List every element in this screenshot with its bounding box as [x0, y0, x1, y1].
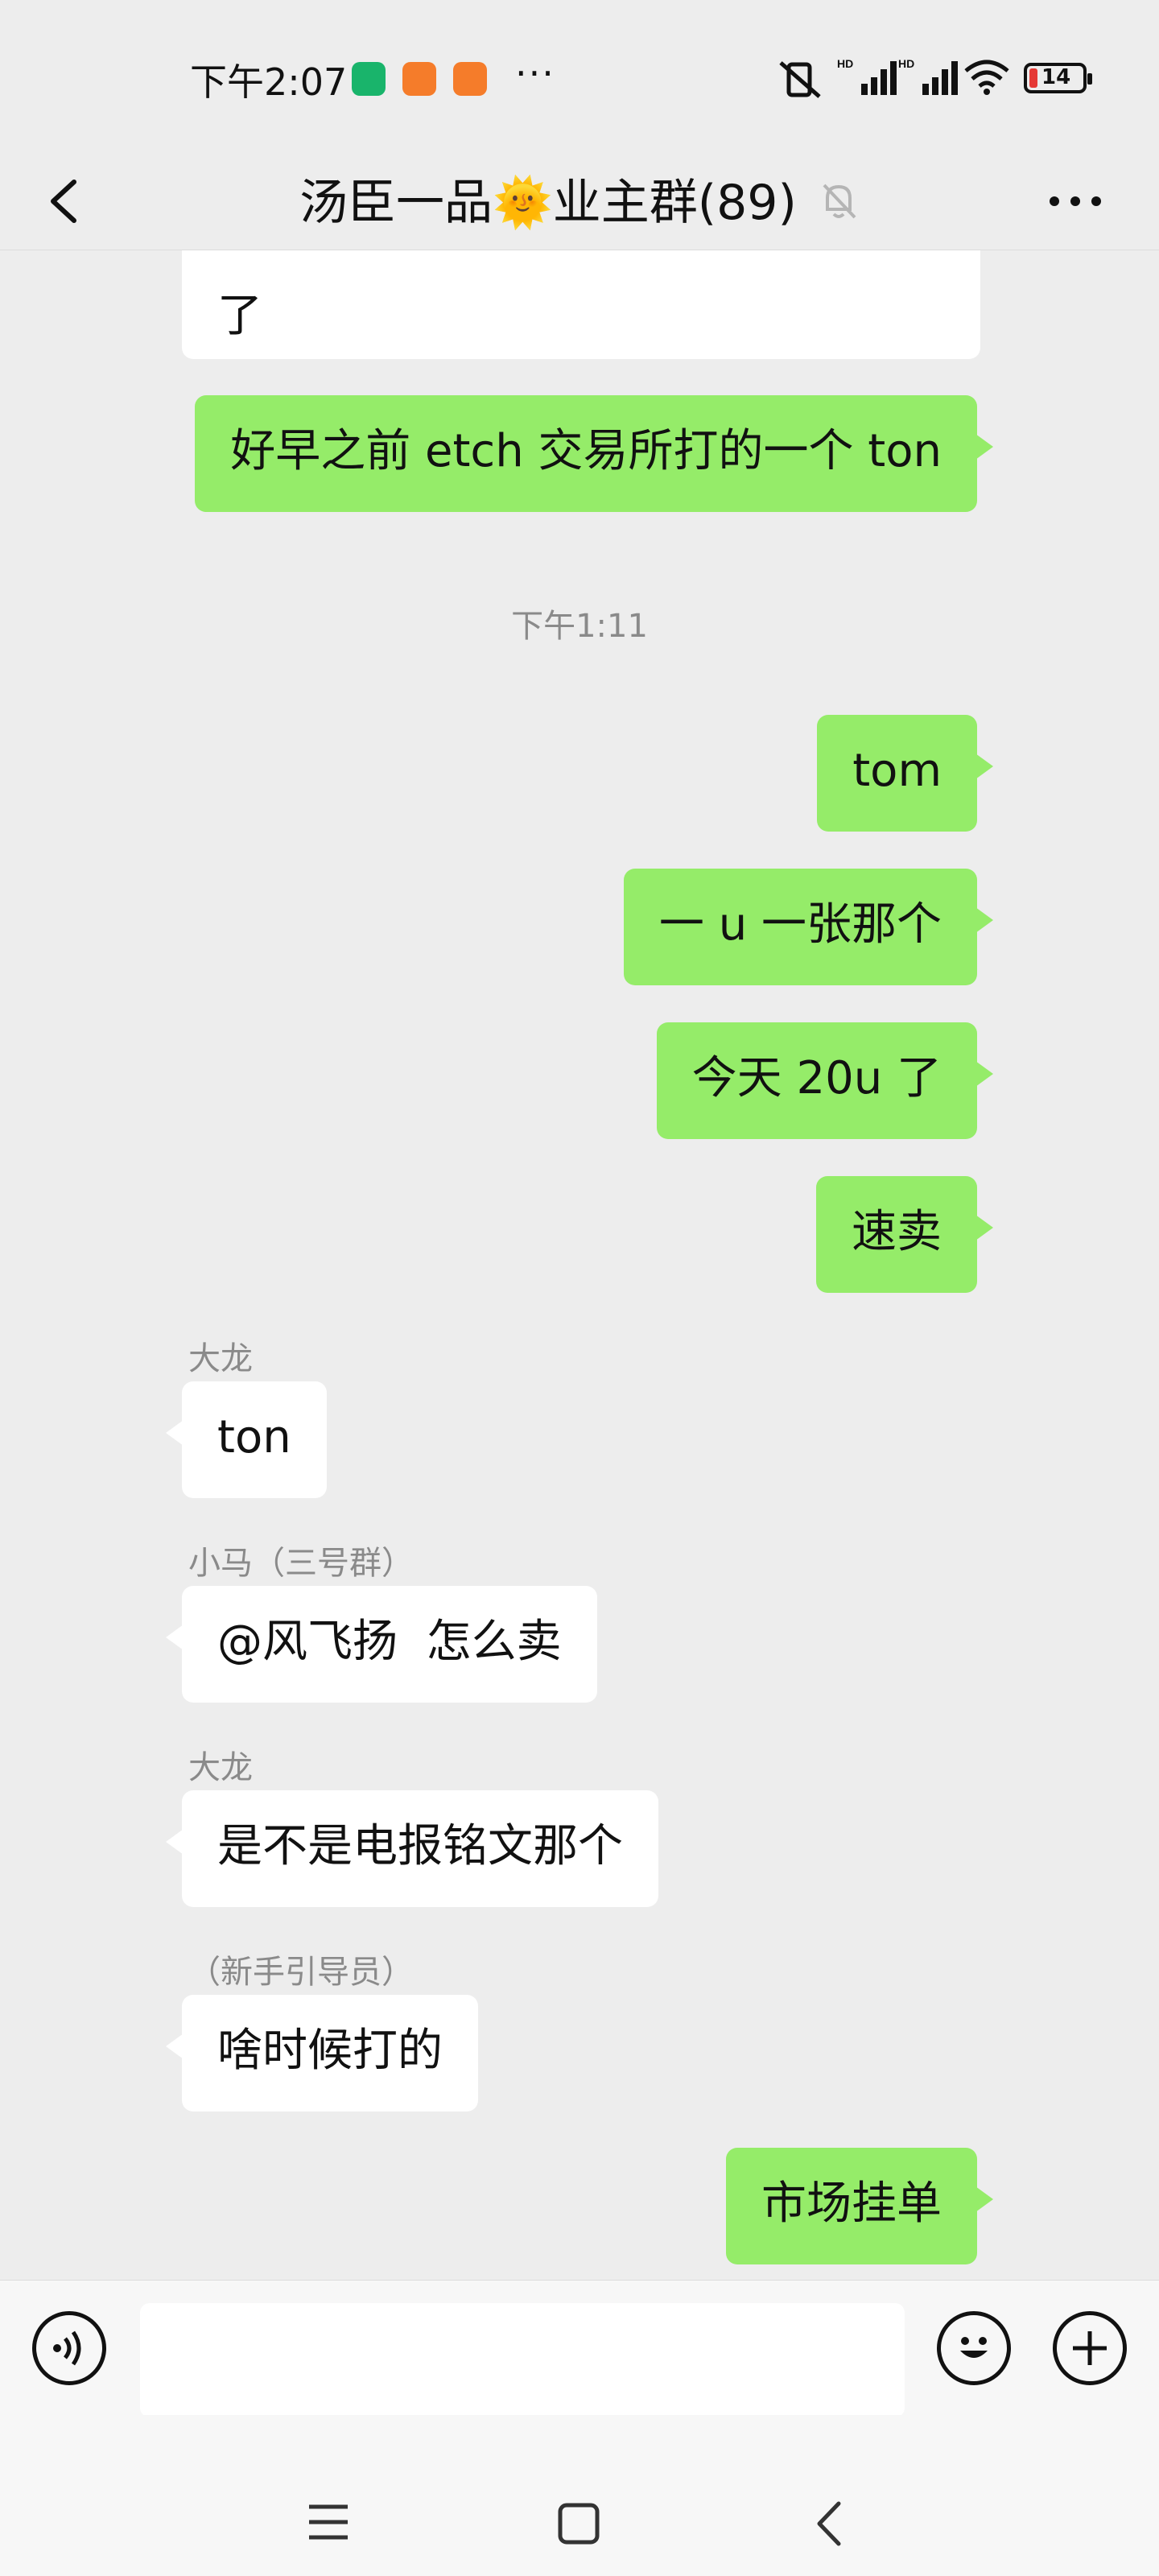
avatar[interactable] [35, 1942, 151, 2058]
app-notification-icon [453, 62, 487, 96]
message-bubble[interactable]: 好早之前 etch 交易所打的一个 ton [195, 395, 993, 512]
message-bubble[interactable]: 是不是电报铭文那个 [166, 1790, 658, 1907]
message-bubble[interactable]: tom [817, 715, 993, 832]
bell-off-icon [823, 184, 856, 219]
status-bar: 下午2:07 ··· HD HD 14 [0, 0, 1159, 153]
plus-icon[interactable] [1053, 2311, 1127, 2385]
message-bubble[interactable]: 啥时候打的 [166, 1995, 478, 2112]
input-bar [0, 2280, 1159, 2417]
app-notification-icon [402, 62, 436, 96]
emoji-icon[interactable] [937, 2311, 1011, 2385]
message-bubble[interactable]: ton [166, 1381, 327, 1498]
signal-hd-icon: HD [898, 57, 958, 95]
message-text: tom [852, 745, 942, 797]
voice-icon[interactable] [32, 2311, 106, 2385]
status-time: 下午2:07 [190, 60, 348, 104]
message-text: ton [217, 1411, 291, 1463]
message-text: 是不是电报铭文那个 [217, 1820, 623, 1872]
message-bubble[interactable]: 一 u 一张那个 [623, 869, 994, 985]
message-text: @风飞扬 怎么卖 [217, 1616, 562, 1668]
message-bubble[interactable]: 今天 20u 了 [656, 1022, 994, 1139]
avatar[interactable] [35, 1738, 151, 1854]
avatar[interactable] [35, 1534, 151, 1649]
svg-text:HD: HD [837, 57, 853, 70]
message-input[interactable] [140, 2303, 905, 2417]
message-text: 啥时候打的 [217, 2025, 443, 2077]
svg-text:HD: HD [898, 57, 914, 70]
message-bubble[interactable]: 市场挂单 [726, 2148, 993, 2264]
message-bubble[interactable]: @风飞扬 怎么卖 [166, 1586, 597, 1703]
sender-name: （新手引导员） [188, 1954, 414, 1991]
vibrate-mute-icon [779, 61, 821, 98]
more-notifications-icon: ··· [515, 52, 555, 95]
avatar[interactable] [1008, 869, 1124, 985]
message-bubble[interactable]: 了 [182, 250, 980, 359]
message-text: 今天 20u 了 [691, 1052, 942, 1104]
system-nav-bar [0, 2415, 1159, 2576]
message-text: 速卖 [852, 1206, 942, 1258]
battery-icon: 14 [1024, 63, 1092, 93]
message-text: 好早之前 etch 交易所打的一个 ton [230, 425, 942, 477]
avatar[interactable] [1008, 1022, 1124, 1138]
sender-name: 大龙 [188, 1749, 253, 1786]
sender-name: 小马（三号群） [188, 1545, 414, 1582]
avatar[interactable] [35, 1329, 151, 1445]
wifi-icon [964, 60, 1009, 95]
shield-app-icon [352, 62, 386, 96]
timestamp: 下午1:11 [511, 608, 648, 645]
chat-header: 汤臣一品🌞业主群(89) [0, 153, 1159, 250]
back-nav-icon[interactable] [813, 2499, 845, 2549]
message-text: 市场挂单 [761, 2178, 942, 2230]
avatar[interactable] [1008, 715, 1124, 831]
sender-name: 大龙 [188, 1340, 253, 1377]
avatar[interactable] [1008, 395, 1124, 511]
menu-icon[interactable] [307, 2504, 349, 2541]
chevron-left-icon[interactable] [42, 177, 90, 225]
avatar[interactable] [1008, 1176, 1124, 1292]
message-text: 一 u 一张那个 [658, 898, 942, 951]
avatar[interactable] [1008, 2148, 1124, 2264]
more-dots-icon[interactable] [1046, 193, 1104, 209]
home-icon[interactable] [557, 2502, 600, 2545]
message-text: 了 [217, 290, 262, 342]
signal-hd-icon: HD [837, 57, 897, 95]
chat-title: 汤臣一品🌞业主群(89) [299, 175, 797, 231]
battery-level: 14 [1041, 65, 1071, 89]
message-list[interactable]: 了 好早之前 etch 交易所打的一个 ton 下午1:11 tom 一 u 一… [0, 250, 1159, 2279]
message-bubble[interactable]: 速卖 [816, 1176, 993, 1293]
